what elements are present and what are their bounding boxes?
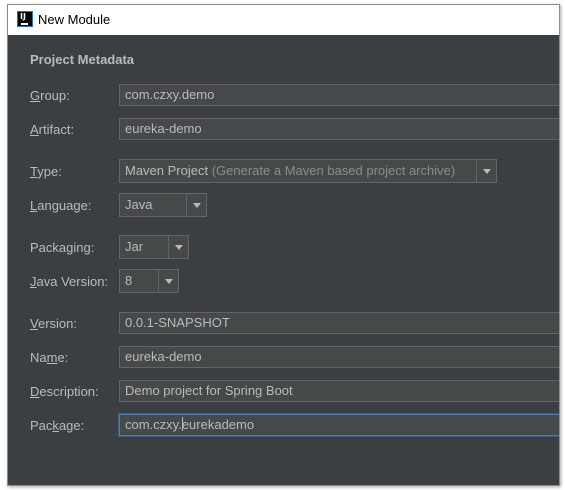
java-version-label: Java Version:	[30, 274, 109, 289]
type-value: Maven Project	[125, 163, 209, 178]
java-version-select[interactable]: 8	[119, 269, 179, 293]
type-select[interactable]: Maven Project (Generate a Maven based pr…	[119, 159, 497, 183]
description-label: Description:	[30, 384, 99, 399]
chevron-down-icon[interactable]	[168, 236, 188, 258]
package-label: Package:	[30, 418, 85, 433]
intellij-idea-icon: IJ	[17, 11, 33, 27]
language-select[interactable]: Java	[119, 193, 207, 217]
description-field[interactable]: Demo project for Spring Boot	[119, 380, 559, 402]
artifact-field[interactable]: eureka-demo	[119, 118, 559, 140]
window-title: New Module	[38, 12, 111, 27]
chevron-down-icon[interactable]	[476, 160, 496, 182]
new-module-dialog: IJ New Module Project Metadata Group: co…	[7, 4, 560, 486]
group-label: Group:	[30, 88, 70, 103]
packaging-value: Jar	[125, 239, 144, 254]
version-field[interactable]: 0.0.1-SNAPSHOT	[119, 312, 559, 334]
language-value: Java	[125, 197, 153, 212]
name-label: Name:	[30, 350, 69, 365]
package-field[interactable]: com.czxy.eurekademo	[119, 414, 559, 436]
java-version-value: 8	[125, 273, 133, 288]
chevron-down-icon[interactable]	[186, 194, 206, 216]
group-field[interactable]: com.czxy.demo	[119, 84, 559, 106]
language-label: Language:	[30, 198, 92, 213]
packaging-select[interactable]: Jar	[119, 235, 189, 259]
artifact-label: Artifact:	[30, 122, 75, 137]
section-title: Project Metadata	[30, 52, 135, 67]
type-hint: (Generate a Maven based project archive)	[211, 163, 456, 178]
name-field[interactable]: eureka-demo	[119, 346, 559, 368]
packaging-label: Packaging:	[30, 240, 95, 255]
type-label: Type:	[30, 164, 62, 179]
title-bar: IJ New Module	[8, 5, 559, 35]
version-label: Version:	[30, 316, 77, 331]
chevron-down-icon[interactable]	[158, 270, 178, 292]
